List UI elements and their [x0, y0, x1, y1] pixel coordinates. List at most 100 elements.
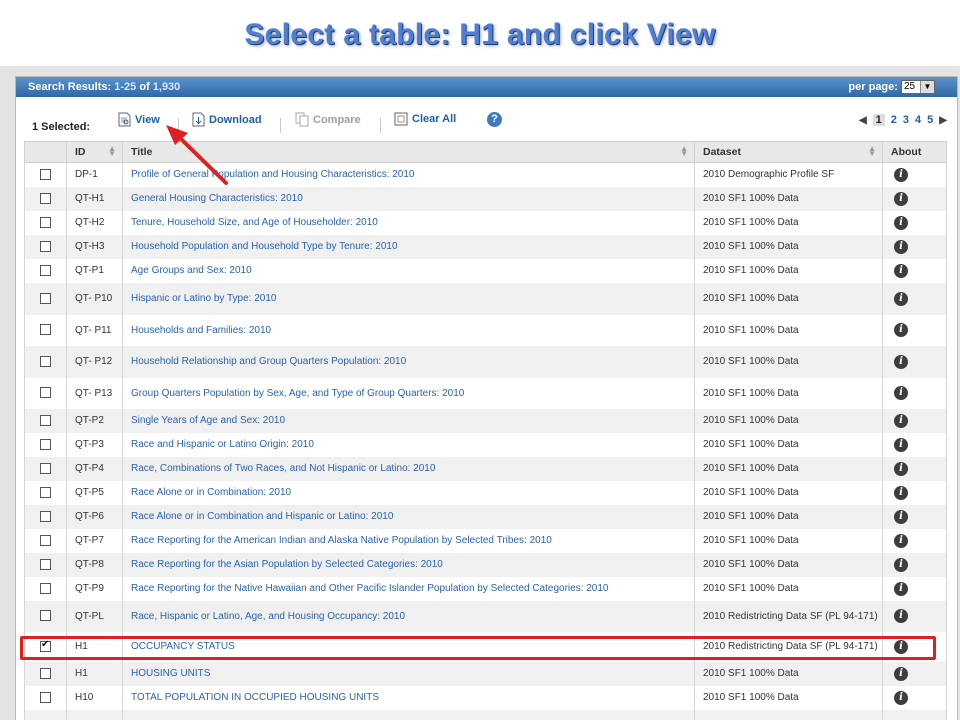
row-checkbox[interactable]	[40, 667, 51, 679]
row-title-link[interactable]: Race Reporting for the Asian Population …	[122, 552, 695, 577]
download-button[interactable]: Download	[192, 112, 262, 127]
table-row[interactable]: H1OCCUPANCY STATUS2010 Redistricting Dat…	[24, 631, 947, 662]
table-row[interactable]: QT-P6 Race Alone or in Combination and Hi…	[24, 504, 947, 529]
info-icon[interactable]: i	[894, 557, 908, 572]
row-title-link[interactable]: Race Reporting for the Native Hawaiian a…	[122, 576, 695, 601]
row-title-link[interactable]: Race and Hispanic or Latino Origin: 2010	[122, 432, 695, 457]
compare-button[interactable]: Compare	[295, 112, 361, 127]
per-page-select[interactable]: 25 ▼	[901, 80, 935, 94]
table-row[interactable]	[24, 709, 947, 720]
header-id[interactable]: ID ▲ ▼	[66, 141, 123, 163]
row-title-link[interactable]: General Housing Characteristics: 2010	[122, 186, 695, 211]
info-icon[interactable]: i	[894, 354, 908, 369]
header-dataset[interactable]: Dataset ▲ ▼	[694, 141, 883, 163]
row-title-link[interactable]: Race Reporting for the American Indian a…	[122, 528, 695, 553]
table-row[interactable]: QT-PL Race, Hispanic or Latino, Age, and …	[24, 600, 947, 632]
table-row[interactable]: QT-P5 Race Alone or in Combination: 2010 2…	[24, 480, 947, 505]
info-icon[interactable]: i	[894, 191, 908, 206]
row-title-link[interactable]: Race Alone or in Combination and Hispani…	[122, 504, 695, 529]
table-row[interactable]: QT-H3 Household Population and Household …	[24, 234, 947, 259]
page-4[interactable]: 4	[915, 114, 921, 126]
info-icon[interactable]: i	[894, 291, 908, 306]
row-checkbox[interactable]	[40, 438, 51, 450]
info-icon[interactable]: i	[894, 461, 908, 476]
info-icon[interactable]: i	[894, 413, 908, 428]
info-icon[interactable]: i	[894, 323, 908, 337]
header-title[interactable]: Title ▲ ▼	[122, 141, 695, 163]
table-row[interactable]: QT-P3 Race and Hispanic or Latino Origin:…	[24, 432, 947, 457]
help-icon[interactable]: ?	[487, 112, 502, 127]
row-checkbox[interactable]	[40, 510, 51, 522]
row-title-link[interactable]: Race, Hispanic or Latino, Age, and Housi…	[122, 600, 695, 632]
row-title-link[interactable]: Household Relationship and Group Quarter…	[122, 345, 695, 378]
row-checkbox[interactable]	[40, 582, 51, 594]
page-1[interactable]: 1	[872, 114, 885, 126]
table-row[interactable]: DP-1 Profile of General Population and Ho…	[24, 162, 947, 187]
table-row[interactable]: QT- P13 Group Quarters Population by Sex,…	[24, 377, 947, 409]
row-checkbox[interactable]	[40, 264, 51, 276]
info-icon[interactable]: i	[894, 263, 908, 278]
row-checkbox[interactable]	[40, 355, 51, 367]
row-title-link[interactable]: Profile of General Population and Housin…	[122, 162, 695, 187]
info-icon[interactable]: i	[894, 509, 908, 524]
row-title-link[interactable]: Race Alone or in Combination: 2010	[122, 480, 695, 505]
previous-page-icon[interactable]: ◀	[859, 115, 867, 126]
table-row[interactable]: QT-P7 Race Reporting for the American Ind…	[24, 528, 947, 553]
table-row[interactable]: QT-H1 General Housing Characteristics: 20…	[24, 186, 947, 211]
table-row[interactable]: QT-P8 Race Reporting for the Asian Popula…	[24, 552, 947, 577]
clear-all-button[interactable]: Clear All	[394, 112, 456, 126]
row-checkbox[interactable]	[40, 462, 51, 474]
info-icon[interactable]: i	[894, 609, 908, 623]
info-icon[interactable]: i	[894, 485, 908, 500]
info-icon[interactable]: i	[894, 666, 908, 681]
row-checkbox[interactable]	[40, 691, 51, 703]
row-title-link[interactable]: Group Quarters Population by Sex, Age, a…	[122, 377, 695, 409]
row-checkbox[interactable]	[40, 216, 51, 228]
row-title-link[interactable]: Hispanic or Latino by Type: 2010	[122, 282, 695, 315]
row-checkbox[interactable]	[40, 240, 51, 252]
row-title-link[interactable]: HOUSING UNITS	[122, 661, 695, 686]
info-icon[interactable]: i	[894, 581, 908, 596]
row-title-link[interactable]: OCCUPANCY STATUS	[122, 631, 695, 662]
row-checkbox[interactable]	[40, 486, 51, 498]
page-2[interactable]: 2	[891, 114, 897, 126]
row-title-link[interactable]: Single Years of Age and Sex: 2010	[122, 408, 695, 433]
table-row[interactable]: QT-H2 Tenure, Household Size, and Age of …	[24, 210, 947, 235]
row-checkbox[interactable]	[40, 169, 51, 181]
row-checkbox[interactable]	[40, 192, 51, 204]
row-checkbox[interactable]	[40, 639, 51, 652]
view-button[interactable]: View	[118, 112, 160, 127]
table-row[interactable]: QT-P1 Age Groups and Sex: 2010 2010 SF1 10…	[24, 258, 947, 283]
info-icon[interactable]: i	[894, 239, 908, 254]
table-row[interactable]: QT-P4 Race, Combinations of Two Races, an…	[24, 456, 947, 481]
table-row[interactable]: QT- P11 Households and Families: 2010 2010…	[24, 314, 947, 346]
row-title-link[interactable]: Tenure, Household Size, and Age of House…	[122, 210, 695, 235]
row-title-link[interactable]: Age Groups and Sex: 2010	[122, 258, 695, 283]
table-row[interactable]: QT-P2 Single Years of Age and Sex: 2010 20…	[24, 408, 947, 433]
table-row[interactable]: H1 HOUSING UNITS 2010 SF1 100% Data i	[24, 661, 947, 686]
next-page-icon[interactable]: ▶	[939, 115, 947, 126]
table-row[interactable]: H10 TOTAL POPULATION IN OCCUPIED HOUSING …	[24, 685, 947, 710]
row-title-link[interactable]: Households and Families: 2010	[122, 314, 695, 346]
info-icon[interactable]: i	[894, 533, 908, 548]
row-checkbox[interactable]	[40, 324, 51, 336]
info-icon[interactable]: i	[894, 167, 908, 182]
page-3[interactable]: 3	[903, 114, 909, 126]
info-icon[interactable]: i	[894, 437, 908, 452]
row-checkbox[interactable]	[40, 292, 51, 304]
page-5[interactable]: 5	[927, 114, 933, 126]
row-checkbox[interactable]	[40, 558, 51, 570]
info-icon[interactable]: i	[894, 690, 908, 705]
row-title-link[interactable]: Race, Combinations of Two Races, and Not…	[122, 456, 695, 481]
table-row[interactable]: QT-P9 Race Reporting for the Native Hawai…	[24, 576, 947, 601]
row-checkbox[interactable]	[40, 387, 51, 399]
row-checkbox[interactable]	[40, 534, 51, 546]
row-title-link[interactable]	[122, 709, 695, 720]
info-icon[interactable]: i	[894, 386, 908, 400]
info-icon[interactable]: i	[894, 215, 908, 230]
row-title-link[interactable]: TOTAL POPULATION IN OCCUPIED HOUSING UNI…	[122, 685, 695, 710]
row-checkbox[interactable]	[40, 610, 51, 622]
row-title-link[interactable]: Household Population and Household Type …	[122, 234, 695, 259]
table-row[interactable]: QT- P10 Hispanic or Latino by Type: 2010 2…	[24, 282, 947, 315]
row-checkbox[interactable]	[40, 414, 51, 426]
